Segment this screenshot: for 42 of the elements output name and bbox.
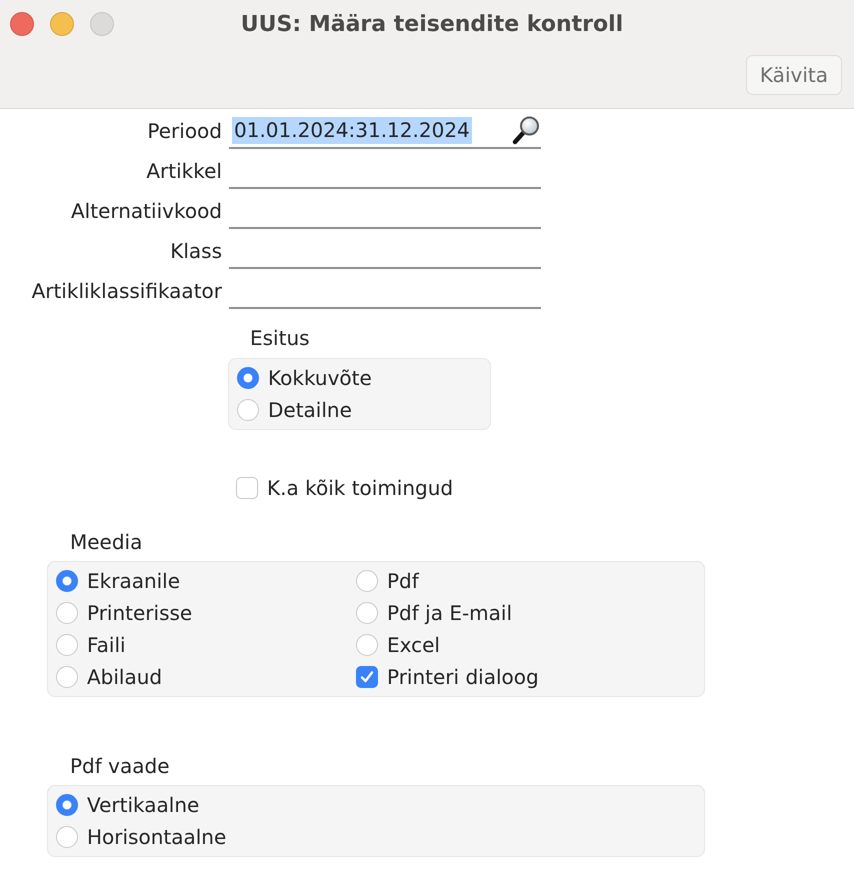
option-label[interactable]: Faili <box>87 630 126 660</box>
radio-button[interactable] <box>356 634 378 656</box>
checkbox[interactable] <box>356 666 378 688</box>
radio-button[interactable] <box>56 826 78 848</box>
option-label[interactable]: Pdf <box>387 566 419 596</box>
option-label[interactable]: Printerisse <box>87 598 192 628</box>
radio-button[interactable] <box>356 570 378 592</box>
input-field[interactable]: 01.01.2024:31.12.2024 <box>229 113 541 149</box>
close-icon[interactable] <box>10 12 34 36</box>
radio-button[interactable] <box>56 570 78 592</box>
minimize-icon[interactable] <box>50 12 74 36</box>
window-title: UUS: Määra teisendite kontroll <box>240 10 624 38</box>
option-label[interactable]: Pdf ja E-mail <box>387 598 512 628</box>
radio-button[interactable] <box>356 602 378 624</box>
group-title: Pdf vaade <box>70 754 170 778</box>
radio-button[interactable] <box>56 602 78 624</box>
checkbox-label[interactable]: Printeri dialoog <box>387 662 539 692</box>
field-label: Artikliklassifikaator <box>30 278 222 305</box>
option-label[interactable]: Abilaud <box>87 662 162 692</box>
radio-button[interactable] <box>56 634 78 656</box>
selected-text: 01.01.2024:31.12.2024 <box>232 116 472 144</box>
checkbox-label[interactable]: K.a kõik toimingud <box>267 473 454 503</box>
field-label: Artikkel <box>145 158 222 185</box>
option-label[interactable]: Detailne <box>268 395 352 425</box>
field-label: Periood <box>146 118 222 145</box>
option-label[interactable]: Ekraanile <box>87 566 180 596</box>
checkbox[interactable] <box>236 477 258 499</box>
option-label[interactable]: Excel <box>387 630 440 660</box>
field-label: Alternatiivkood <box>70 198 222 225</box>
radio-button[interactable] <box>56 794 78 816</box>
group-title: Esitus <box>250 326 310 350</box>
field-label: Klass <box>169 238 222 265</box>
run-button[interactable]: Käivita <box>746 55 842 95</box>
option-label[interactable]: Horisontaalne <box>87 822 226 852</box>
search-icon[interactable] <box>511 115 541 145</box>
checkmark-icon <box>359 669 375 685</box>
option-label[interactable]: Kokkuvõte <box>268 363 372 393</box>
radio-button[interactable] <box>56 666 78 688</box>
group-title: Meedia <box>70 530 142 554</box>
radio-button[interactable] <box>237 367 259 389</box>
radio-button[interactable] <box>237 399 259 421</box>
option-label[interactable]: Vertikaalne <box>87 790 200 820</box>
